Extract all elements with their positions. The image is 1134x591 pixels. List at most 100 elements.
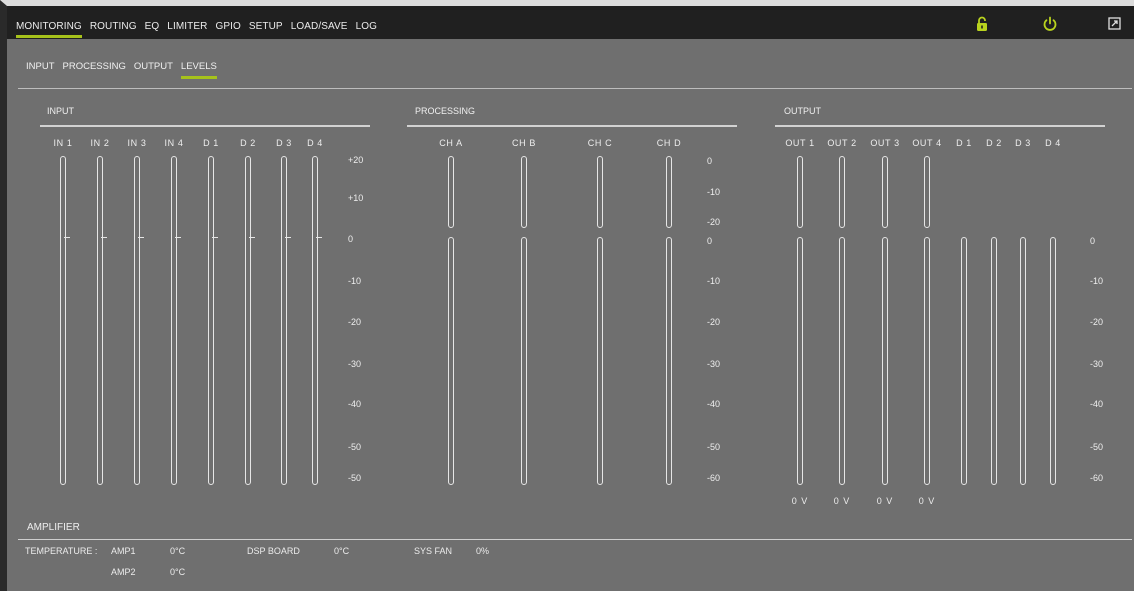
tab-output[interactable]: OUTPUT [134, 61, 173, 72]
input-level-meter [281, 156, 287, 485]
dsp-board-label: DSP BOARD [247, 546, 300, 556]
input-channel-label: D 3 [276, 138, 292, 148]
output-voltage-label: 0 V [876, 496, 894, 506]
processing-channel-label: CH A [439, 138, 463, 148]
input-zero-tick [316, 237, 322, 238]
menu-gpio[interactable]: GPIO [215, 21, 240, 32]
input-level-meter [208, 156, 214, 485]
input-channel-label: IN 3 [127, 138, 147, 148]
gain-reduction-meter [666, 156, 672, 228]
output-level-meter [1020, 237, 1026, 485]
amp1-label: AMP1 [111, 546, 136, 556]
dsp-board-temperature: 0°C [334, 546, 350, 556]
menu-routing[interactable]: ROUTING [90, 21, 137, 32]
temperature-label: TEMPERATURE : [25, 546, 98, 556]
output-channel-label: OUT 2 [827, 138, 857, 148]
processing-scale-label: -30 [707, 359, 721, 369]
input-scale-label: -40 [348, 399, 362, 409]
processing-scale-label: -60 [707, 473, 721, 483]
output-scale-label: 0 [1090, 236, 1096, 246]
output-channel-label: OUT 4 [912, 138, 942, 148]
submenu-divider [18, 88, 1132, 89]
gain-reduction-meter [521, 156, 527, 228]
input-zero-tick [212, 237, 218, 238]
input-channel-label: D 1 [203, 138, 219, 148]
menu-log[interactable]: LOG [356, 21, 377, 32]
tab-levels[interactable]: LEVELS [180, 61, 217, 79]
input-level-meter [245, 156, 251, 485]
output-scale-label: -60 [1090, 473, 1104, 483]
menu-load-save[interactable]: LOAD/SAVE [291, 21, 348, 32]
power-icon[interactable] [1042, 16, 1058, 37]
input-scale-label: 0 [348, 234, 354, 244]
tab-input[interactable]: INPUT [26, 61, 55, 72]
top-menu-bar: MONITORING ROUTING EQ LIMITER GPIO SETUP… [7, 6, 1134, 39]
output-scale-label: -20 [1090, 317, 1104, 327]
output-level-meter [924, 237, 930, 485]
input-scale-label: -50 [348, 442, 362, 452]
menu-eq[interactable]: EQ [145, 21, 160, 32]
output-voltage-label: 0 V [833, 496, 851, 506]
input-section-rule [40, 125, 370, 127]
sub-menu: INPUT PROCESSING OUTPUT LEVELS [26, 61, 217, 79]
output-level-meter [961, 237, 967, 485]
gain-reduction-scale-label: -20 [707, 217, 721, 227]
output-level-meter [797, 237, 803, 485]
gain-reduction-scale-label: 0 [707, 156, 713, 166]
input-section-title: INPUT [47, 106, 74, 116]
processing-level-meter [666, 237, 672, 485]
processing-scale-label: -40 [707, 399, 721, 409]
input-channel-label: IN 4 [164, 138, 184, 148]
input-level-meter [60, 156, 66, 485]
input-channel-label: IN 1 [53, 138, 73, 148]
top-menu: MONITORING ROUTING EQ LIMITER GPIO SETUP… [16, 21, 377, 38]
output-level-meter [882, 237, 888, 485]
output-gain-reduction-meter [797, 156, 803, 228]
processing-channel-label: CH C [587, 138, 613, 148]
output-level-meter [839, 237, 845, 485]
output-section-rule [775, 125, 1105, 127]
input-zero-tick [64, 237, 70, 238]
input-scale-label: -10 [348, 276, 362, 286]
input-scale-label: -20 [348, 317, 362, 327]
output-channel-label: D 2 [986, 138, 1002, 148]
input-zero-tick [175, 237, 181, 238]
output-scale-label: -30 [1090, 359, 1104, 369]
processing-section-title: PROCESSING [415, 106, 476, 116]
output-scale-label: -50 [1090, 442, 1104, 452]
tab-processing[interactable]: PROCESSING [63, 61, 126, 72]
unlocked-padlock-icon[interactable] [976, 16, 988, 37]
output-gain-reduction-meter [924, 156, 930, 228]
input-channel-label: IN 2 [90, 138, 110, 148]
sys-fan-value: 0% [476, 546, 490, 556]
output-channel-label: OUT 1 [785, 138, 815, 148]
input-scale-label: -50 [348, 473, 362, 483]
menu-limiter[interactable]: LIMITER [167, 21, 207, 32]
input-channel-label: D 4 [307, 138, 323, 148]
output-channel-label: D 3 [1015, 138, 1031, 148]
gain-reduction-scale-label: -10 [707, 187, 721, 197]
output-scale-label: -40 [1090, 399, 1104, 409]
input-zero-tick [138, 237, 144, 238]
processing-scale-label: -10 [707, 276, 721, 286]
menu-setup[interactable]: SETUP [249, 21, 283, 32]
processing-section-rule [407, 125, 737, 127]
output-scale-label: -10 [1090, 276, 1104, 286]
gain-reduction-meter [448, 156, 454, 228]
amp1-temperature: 0°C [170, 546, 186, 556]
input-level-meter [312, 156, 318, 485]
amplifier-divider [18, 539, 1132, 540]
menu-monitoring[interactable]: MONITORING [16, 21, 82, 38]
output-channel-label: D 1 [956, 138, 972, 148]
processing-level-meter [448, 237, 454, 485]
processing-scale-label: -20 [707, 317, 721, 327]
output-level-meter [991, 237, 997, 485]
output-level-meter [1050, 237, 1056, 485]
processing-channel-label: CH D [656, 138, 682, 148]
sys-fan-label: SYS FAN [414, 546, 453, 556]
input-scale-label: +20 [348, 155, 364, 165]
fullscreen-icon[interactable] [1108, 17, 1121, 35]
processing-level-meter [521, 237, 527, 485]
amplifier-section-title: AMPLIFIER [27, 522, 80, 533]
amp2-label: AMP2 [111, 567, 136, 577]
